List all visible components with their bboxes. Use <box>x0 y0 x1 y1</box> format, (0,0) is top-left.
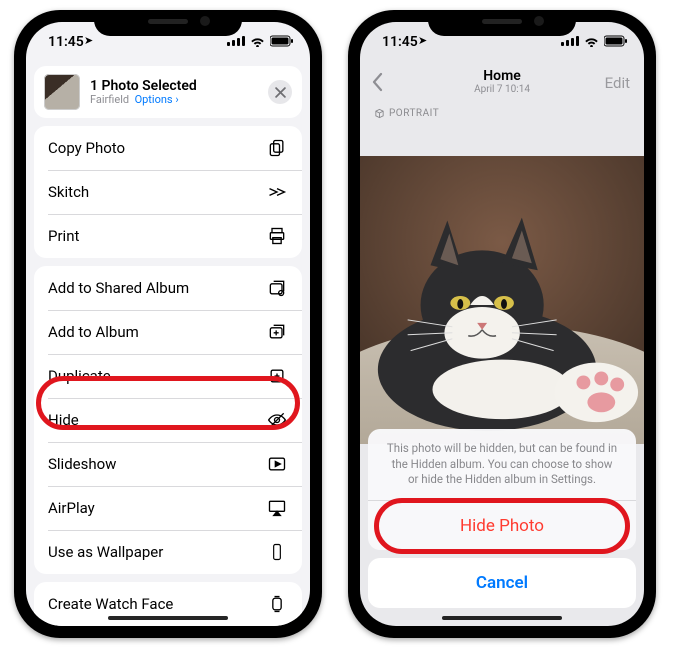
nav-bar: Home April 7 10:14 Edit <box>360 62 644 102</box>
battery-icon <box>604 35 628 47</box>
action-group-2: Add to Shared Album Add to Album Duplica… <box>34 266 302 574</box>
action-slideshow[interactable]: Slideshow <box>34 442 302 486</box>
share-location: Fairfield <box>90 93 129 106</box>
airplay-icon <box>266 497 288 519</box>
action-label: Create Watch Face <box>48 595 266 613</box>
notch <box>428 10 576 36</box>
cube-icon <box>374 108 385 119</box>
watch-icon <box>266 593 288 615</box>
wallpaper-icon <box>266 541 288 563</box>
action-skitch[interactable]: Skitch <box>34 170 302 214</box>
action-add-album[interactable]: Add to Album <box>34 310 302 354</box>
left-phone-frame: 11:45 ➤ 1 Photo Sel <box>14 10 322 638</box>
shared-album-icon <box>266 277 288 299</box>
share-title: 1 Photo Selected <box>90 78 197 94</box>
portrait-label: PORTRAIT <box>389 108 439 119</box>
portrait-badge: PORTRAIT <box>360 102 644 125</box>
action-copy-photo[interactable]: Copy Photo <box>34 126 302 170</box>
share-options-link[interactable]: Options › <box>135 93 179 106</box>
nav-title: Home <box>474 69 530 84</box>
wifi-icon <box>584 36 599 47</box>
cellular-icon <box>227 36 245 46</box>
share-header: 1 Photo Selected Fairfield Options › <box>34 66 302 118</box>
copy-icon <box>266 137 288 159</box>
cellular-icon <box>561 36 579 46</box>
action-hide[interactable]: Hide <box>34 398 302 442</box>
hide-photo-label: Hide Photo <box>460 516 544 536</box>
notch <box>94 10 242 36</box>
slideshow-icon <box>266 453 288 475</box>
action-label: Print <box>48 227 266 245</box>
selected-photo-thumbnail[interactable] <box>44 74 80 110</box>
action-label: Skitch <box>48 183 266 201</box>
action-print[interactable]: Print <box>34 214 302 258</box>
action-sheet-message: This photo will be hidden, but can be fo… <box>368 429 636 500</box>
print-icon <box>266 225 288 247</box>
hide-photo-button[interactable]: Hide Photo <box>368 500 636 550</box>
album-icon <box>266 321 288 343</box>
action-sheet-card: This photo will be hidden, but can be fo… <box>368 429 636 550</box>
home-indicator[interactable] <box>108 616 228 620</box>
nav-subtitle: April 7 10:14 <box>474 84 530 95</box>
right-screen: 11:45 ➤ Home April 7 10:14 Edit <box>360 22 644 626</box>
action-group-1: Copy Photo Skitch Print <box>34 126 302 258</box>
action-label: Use as Wallpaper <box>48 543 266 561</box>
action-label: Add to Album <box>48 323 266 341</box>
skitch-icon <box>266 181 288 203</box>
status-time: 11:45 <box>48 34 84 50</box>
battery-icon <box>270 35 294 47</box>
location-arrow-icon: ➤ <box>418 34 427 47</box>
left-screen: 11:45 ➤ 1 Photo Sel <box>26 22 310 626</box>
location-arrow-icon: ➤ <box>84 34 93 47</box>
action-label: Add to Shared Album <box>48 279 266 297</box>
action-label: AirPlay <box>48 499 266 517</box>
edit-button[interactable]: Edit <box>605 74 630 92</box>
status-time: 11:45 <box>382 34 418 50</box>
back-button[interactable] <box>370 72 384 96</box>
close-button[interactable] <box>268 80 292 104</box>
action-airplay[interactable]: AirPlay <box>34 486 302 530</box>
cancel-button[interactable]: Cancel <box>368 558 636 608</box>
photo-viewer[interactable] <box>360 156 644 444</box>
action-duplicate[interactable]: Duplicate <box>34 354 302 398</box>
action-label: Slideshow <box>48 455 266 473</box>
cancel-label: Cancel <box>476 573 528 593</box>
duplicate-icon <box>266 365 288 387</box>
action-label: Hide <box>48 411 266 429</box>
home-indicator[interactable] <box>442 616 562 620</box>
hide-icon <box>266 409 288 431</box>
action-label: Duplicate <box>48 367 266 385</box>
right-phone-frame: 11:45 ➤ Home April 7 10:14 Edit <box>348 10 656 638</box>
action-sheet: This photo will be hidden, but can be fo… <box>360 429 644 626</box>
action-label: Copy Photo <box>48 139 266 157</box>
action-wallpaper[interactable]: Use as Wallpaper <box>34 530 302 574</box>
wifi-icon <box>250 36 265 47</box>
action-add-shared-album[interactable]: Add to Shared Album <box>34 266 302 310</box>
